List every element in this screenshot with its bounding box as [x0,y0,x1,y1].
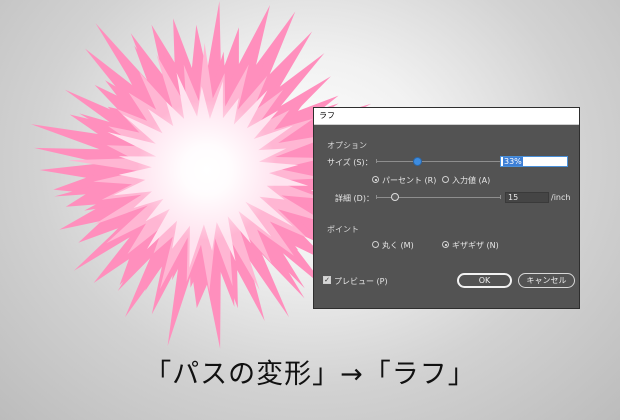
corner-radio[interactable] [442,241,449,248]
size-slider-min-tick [376,159,377,163]
detail-label: 詳細 (D)： [335,194,374,203]
detail-slider-min-tick [376,195,377,199]
size-input[interactable]: 33% [500,156,568,167]
flower-center-glow [137,100,277,240]
caption-text: 「パスの変形」→「ラフ」 [144,359,476,390]
detail-slider-max-tick [500,195,501,199]
dialog-title[interactable]: ラフ [314,108,579,125]
detail-slider-handle[interactable] [390,193,399,201]
ok-button[interactable]: OK [457,273,512,288]
preview-label: プレビュー (P) [334,277,388,286]
smooth-radio[interactable] [372,241,379,248]
detail-unit: /inch [551,193,571,202]
corner-label: ギザギザ (N) [452,241,499,250]
percent-label: パーセント (R) [382,176,437,185]
points-group-label: ポイント [327,225,359,234]
roughen-dialog: ラフ オプション サイズ (S)： 33% パーセント (R) 入力値 (A) … [313,107,580,309]
size-input-value: 33% [503,157,523,166]
size-label: サイズ (S)： [327,158,373,167]
cancel-button[interactable]: キャンセル [518,273,575,288]
size-slider-handle[interactable] [413,157,423,166]
smooth-label: 丸く (M) [382,241,414,250]
percent-radio[interactable] [372,176,379,183]
absolute-radio[interactable] [442,176,449,183]
detail-input[interactable]: 15 [505,192,549,203]
absolute-label: 入力値 (A) [452,176,491,185]
preview-checkbox[interactable]: ✓ [323,276,331,284]
options-group-label: オプション [327,141,367,150]
size-slider-track[interactable] [376,161,501,162]
